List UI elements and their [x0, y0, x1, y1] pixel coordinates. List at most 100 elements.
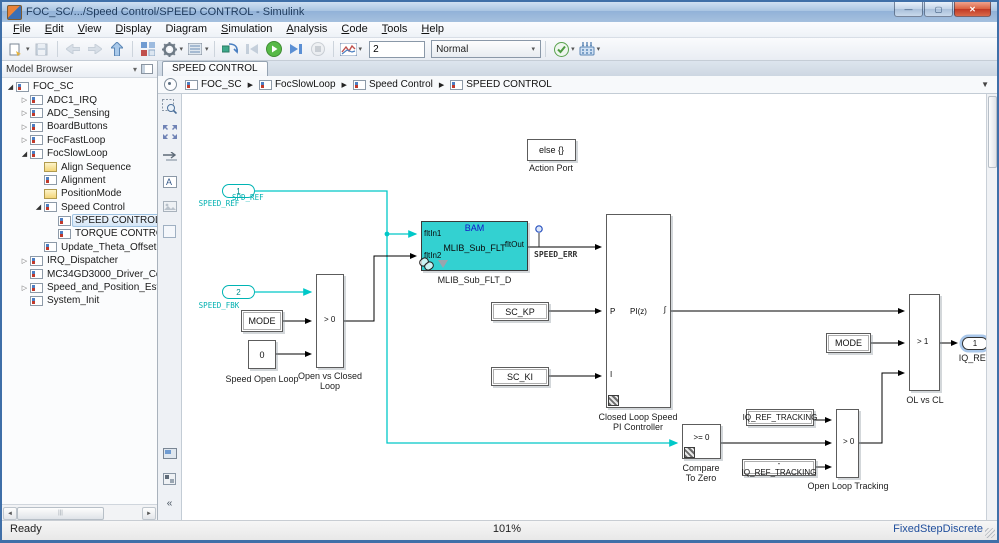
step-forward-button[interactable]: [286, 40, 306, 58]
tree-expanded-arrow-icon[interactable]: ◢: [5, 83, 16, 91]
hscroll-thumb[interactable]: [17, 507, 104, 520]
refresh-blocks-caret[interactable]: ▾: [571, 45, 575, 53]
tree-item-mc34gd3000-driver-configuration[interactable]: MC34GD3000_Driver_Configuration: [2, 267, 157, 280]
sim-mode-select[interactable]: Normal ▾: [431, 40, 542, 58]
pi-controller-block[interactable]: P PI(z) ∫ I: [606, 214, 671, 408]
tree-item-focfastloop[interactable]: ▷ FocFastLoop: [2, 134, 157, 147]
refresh-blocks-button[interactable]: [551, 40, 571, 58]
breadcrumb-item-speed-control-chart[interactable]: SPEED CONTROL: [450, 79, 552, 90]
signal-label-speed-err[interactable]: SPEED_ERR: [534, 250, 577, 259]
mode-constant-left[interactable]: MODE: [241, 310, 283, 332]
action-port-block[interactable]: else {}: [527, 139, 576, 161]
annotation-icon[interactable]: A: [161, 173, 178, 190]
minimize-button[interactable]: —: [894, 2, 923, 17]
zoom-select-icon[interactable]: [161, 98, 178, 115]
tree-collapsed-arrow-icon[interactable]: ▷: [19, 123, 30, 131]
menu-diagram[interactable]: Diagram: [158, 22, 214, 37]
tree-item-positionmode[interactable]: PositionMode: [2, 187, 157, 200]
canvas-vscrollbar[interactable]: [986, 94, 997, 520]
browser-menu-caret[interactable]: ▾: [133, 65, 137, 74]
menu-help[interactable]: Help: [414, 22, 451, 37]
inport-speed-fbk[interactable]: 2: [222, 285, 255, 299]
tree-item-alignment[interactable]: Alignment: [2, 174, 157, 187]
tree-collapsed-arrow-icon[interactable]: ▷: [19, 109, 30, 117]
sc-kp-constant[interactable]: SC_KP: [491, 302, 549, 321]
update-diagram-button[interactable]: [220, 40, 240, 58]
save-button[interactable]: [32, 40, 52, 58]
menu-analysis[interactable]: Analysis: [279, 22, 334, 37]
signal-label-spd-ref[interactable]: SPD_REF: [232, 193, 264, 202]
model-explorer-caret[interactable]: ▾: [205, 45, 209, 53]
library-browser-button[interactable]: [138, 40, 158, 58]
browser-hscrollbar[interactable]: ◄ ►: [2, 504, 157, 520]
menu-view[interactable]: View: [71, 22, 109, 37]
area-box-icon[interactable]: [161, 223, 178, 240]
simulation-data-inspector-button[interactable]: [339, 40, 359, 58]
tree-item-torque-control[interactable]: TORQUE CONTROL: [2, 227, 157, 240]
maximize-button[interactable]: ▢: [924, 2, 953, 17]
close-button[interactable]: ✕: [954, 2, 991, 17]
menu-edit[interactable]: Edit: [38, 22, 71, 37]
breadcrumb-options-button[interactable]: [164, 78, 177, 91]
tree-item-irq-dispatcher[interactable]: ▷ IRQ_Dispatcher: [2, 254, 157, 267]
tree-item-boardbuttons[interactable]: ▷ BoardButtons: [2, 120, 157, 133]
titlebar[interactable]: FOC_SC/.../Speed Control/SPEED CONTROL -…: [2, 2, 997, 22]
tree-item-adc1-irq[interactable]: ▷ ADC1_IRQ: [2, 93, 157, 106]
tree-collapsed-arrow-icon[interactable]: ▷: [19, 96, 30, 104]
model-explorer-button[interactable]: [185, 40, 205, 58]
back-button[interactable]: [63, 40, 83, 58]
build-caret[interactable]: ▾: [597, 45, 601, 53]
hscroll-right-arrow[interactable]: ►: [142, 507, 156, 520]
hscroll-left-arrow[interactable]: ◄: [3, 507, 17, 520]
menu-display[interactable]: Display: [108, 22, 158, 37]
iq-ref-tracking-constant[interactable]: IQ_REF_TRACKING: [743, 409, 817, 426]
tree-item-adc-sensing[interactable]: ▷ ADC_Sensing: [2, 107, 157, 120]
mode-constant-right[interactable]: MODE: [826, 333, 871, 353]
menu-tools[interactable]: Tools: [375, 22, 415, 37]
menu-file[interactable]: File: [6, 22, 38, 37]
tree-item-speed-and-position-estimator-hal[interactable]: ▷ Speed_and_Position_Estimator HAL: [2, 281, 157, 294]
zoom-indicator-icon[interactable]: [161, 470, 178, 487]
tree-item-speed-control[interactable]: SPEED CONTROL: [2, 214, 157, 228]
tab-speed-control[interactable]: SPEED CONTROL: [162, 61, 268, 76]
vscroll-thumb[interactable]: [988, 96, 997, 168]
stop-button[interactable]: [308, 40, 328, 58]
model-configuration-caret[interactable]: ▾: [180, 45, 184, 53]
signal-wires[interactable]: [182, 94, 986, 520]
collapse-browser-icon[interactable]: «: [161, 495, 178, 512]
tree-collapsed-arrow-icon[interactable]: ▷: [19, 136, 30, 144]
up-to-parent-button[interactable]: [107, 40, 127, 58]
solver-indicator[interactable]: FixedStepDiscrete: [893, 523, 983, 535]
diagram-canvas[interactable]: else {} Action Port 1 SPEED_REF SPD_REF …: [182, 94, 986, 520]
build-button[interactable]: [577, 40, 597, 58]
sim-stop-time-input[interactable]: [369, 40, 426, 58]
outport-iq-ref[interactable]: 1: [962, 337, 986, 350]
new-model-caret[interactable]: ▾: [26, 45, 30, 53]
browser-dock-icon[interactable]: [141, 64, 153, 74]
new-model-button[interactable]: [6, 40, 26, 58]
viewmarks-icon[interactable]: [161, 445, 178, 462]
tree-collapsed-arrow-icon[interactable]: ▷: [19, 257, 30, 265]
menu-simulation[interactable]: Simulation: [214, 22, 279, 37]
breadcrumb-item-speed-control[interactable]: Speed Control: [352, 79, 433, 90]
breadcrumb-item-focslowloop[interactable]: FocSlowLoop: [258, 79, 336, 90]
step-back-button[interactable]: [242, 40, 262, 58]
run-button[interactable]: [264, 40, 284, 58]
tree-expanded-arrow-icon[interactable]: ◢: [33, 203, 44, 211]
tree-item-system-init[interactable]: System_Init: [2, 294, 157, 307]
tree-item-align-sequence[interactable]: Align Sequence: [2, 160, 157, 173]
arrange-icon[interactable]: [161, 148, 178, 165]
tree-item-update-theta-offset[interactable]: Update_Theta_Offset: [2, 241, 157, 254]
simulation-data-inspector-caret[interactable]: ▾: [359, 45, 363, 53]
sc-ki-constant[interactable]: SC_KI: [491, 367, 549, 386]
neg-iq-ref-tracking-constant[interactable]: -IQ_REF_TRACKING: [742, 459, 817, 477]
breadcrumb-item-foc-sc[interactable]: FOC_SC: [185, 79, 242, 90]
breadcrumb-dropdown-caret[interactable]: ▼: [981, 80, 991, 89]
model-configuration-button[interactable]: [160, 40, 180, 58]
menu-code[interactable]: Code: [334, 22, 374, 37]
tree-expanded-arrow-icon[interactable]: ◢: [19, 150, 30, 158]
tree-item-foc-sc[interactable]: ◢ FOC_SC: [2, 80, 157, 93]
forward-button[interactable]: [85, 40, 105, 58]
tree-collapsed-arrow-icon[interactable]: ▷: [19, 284, 30, 292]
tree-item-speed-control[interactable]: ◢ Speed Control: [2, 201, 157, 214]
